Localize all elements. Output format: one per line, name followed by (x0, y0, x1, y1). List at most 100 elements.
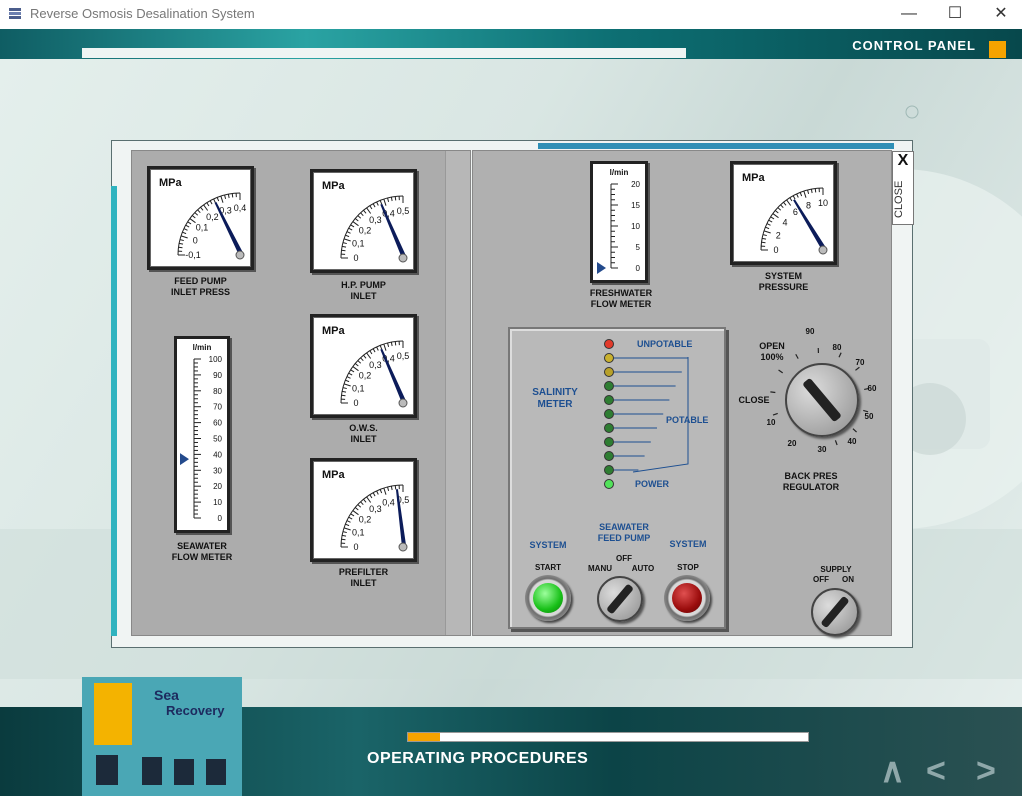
prefilter-label-2: INLET (350, 578, 377, 588)
flowmeter-pointer (597, 262, 606, 274)
flowmeter-pointer (180, 453, 189, 466)
control-panel-title: CONTROL PANEL (852, 38, 976, 53)
gauge-hub (398, 253, 408, 263)
seawater-flow-label-2: FLOW METER (171, 552, 233, 562)
gauge-hub (235, 250, 245, 260)
flowmeter-tick-label: 60 (213, 419, 222, 428)
gauge-tick-label: 0,2 (206, 212, 219, 222)
system-start-title: SYSTEM (529, 540, 567, 550)
regulator-dial-50: 50 (864, 412, 874, 421)
gauge-tick-label: 0 (353, 253, 358, 263)
up-nav-button[interactable]: ∧ (880, 754, 905, 788)
window-close-button[interactable]: ✕ (978, 0, 1022, 29)
salinity-led (604, 479, 614, 489)
gauge-hub (818, 245, 828, 255)
gauge-tick-label: 0 (773, 245, 778, 255)
stop-label: STOP (677, 563, 699, 572)
regulator-dial-tick (770, 391, 776, 394)
gauge-tick-label: 0,1 (352, 383, 365, 393)
gauge-tick-label: 0,3 (369, 360, 382, 370)
regulator-dial-tick (838, 352, 842, 358)
next-nav-button[interactable]: > (976, 754, 996, 788)
gauge-hub (398, 542, 408, 552)
gauge-tick-label: 0,5 (397, 206, 410, 216)
supply-label: SUPPLY (820, 565, 852, 574)
hp-pump-label-2: INLET (350, 291, 377, 301)
panel-accent-top (538, 143, 894, 149)
regulator-open-label: OPEN (759, 341, 785, 351)
regulator-dial-40: 40 (847, 437, 857, 446)
potable-label: POTABLE (666, 415, 709, 425)
feed-pump-gauge: MPa -0,1 0 0,1 0,2 0,3 0,4 (147, 166, 254, 270)
header-strip (82, 48, 686, 58)
close-label[interactable]: CLOSE (893, 177, 913, 221)
regulator-dial-60: 60 (867, 384, 877, 393)
gauge-unit: MPa (159, 177, 183, 189)
flowmeter-tick-label: 0 (636, 264, 641, 273)
prefilter-gauge: MPa 0 0,1 0,2 0,3 0,4 0,5 (310, 458, 417, 562)
feed-pump-title-2: FEED PUMP (597, 533, 651, 543)
feed-pump-label-1: FEED PUMP (174, 276, 227, 286)
maximize-button[interactable]: ☐ (932, 0, 978, 29)
stop-button-lamp (672, 583, 702, 613)
salinity-title-1: SALINITY (532, 387, 578, 398)
salinity-led (604, 339, 614, 349)
gauge-tick-label: 0 (193, 235, 198, 245)
panel-accent-left (111, 186, 117, 636)
regulator-dial-30: 30 (817, 445, 827, 454)
gauge-tick-label: -0,1 (185, 250, 201, 260)
window-title: Reverse Osmosis Desalination System (30, 6, 255, 21)
gauge-tick-label: 0,2 (359, 225, 372, 235)
prev-nav-button[interactable]: < (926, 754, 946, 788)
flowmeter-unit: l/min (193, 343, 212, 352)
gauge-tick-label: 2 (776, 230, 781, 240)
prefilter-label-1: PREFILTER (338, 567, 389, 577)
gauge-tick-label: 0,1 (196, 222, 209, 232)
panel-divider (445, 151, 470, 635)
regulator-dial-tick (778, 369, 784, 374)
back-pressure-regulator-knob[interactable] (785, 363, 859, 437)
flowmeter-tick-label: 20 (213, 482, 222, 491)
gauge-tick-label: 6 (793, 207, 798, 217)
minimize-button[interactable]: — (886, 0, 932, 29)
flowmeter-tick-label: 100 (209, 355, 223, 364)
gauge-tick-label: 0,3 (369, 215, 382, 225)
flowmeter-tick-label: 0 (218, 514, 223, 523)
feed-pump-off-label: OFF (616, 554, 632, 563)
app-icon (8, 7, 22, 21)
gauge-unit: MPa (322, 180, 346, 192)
feed-pump-selector-knob[interactable] (597, 576, 643, 622)
supply-switch-knob[interactable] (811, 588, 859, 636)
system-pressure-label-2: PRESSURE (758, 282, 809, 292)
regulator-label-1: BACK PRES (784, 471, 838, 481)
flowmeter-tick-label: 10 (631, 222, 640, 231)
operating-procedures-title: OPERATING PROCEDURES (367, 750, 589, 767)
freshwater-flow-meter: l/min 20 15 10 5 0 (590, 161, 648, 283)
close-icon[interactable]: X (895, 152, 911, 170)
gauge-unit: MPa (322, 325, 346, 337)
supply-off-label: OFF (813, 575, 829, 584)
system-stop-title: SYSTEM (669, 539, 707, 549)
salinity-led (604, 409, 614, 419)
flowmeter-tick-label: 50 (213, 435, 222, 444)
gauge-unit: MPa (742, 172, 766, 184)
regulator-label-2: REGULATOR (782, 482, 840, 492)
system-pressure-gauge: MPa 0 2 4 6 8 10 (730, 161, 837, 265)
start-button[interactable] (525, 575, 571, 621)
brand-line2: Recovery (166, 703, 225, 718)
control-panel-marker[interactable] (989, 41, 1006, 58)
regulator-dial-90: 90 (805, 327, 815, 336)
salinity-led (604, 395, 614, 405)
gauge-tick-label: 4 (782, 217, 787, 227)
gauge-tick-label: 0,4 (234, 203, 247, 213)
gauge-tick-label: 0,5 (397, 351, 410, 361)
supply-on-label: ON (842, 575, 854, 584)
stop-button[interactable] (664, 575, 710, 621)
gauge-tick-label: 0,1 (352, 527, 365, 537)
control-cabinet-thumbnail[interactable]: Sea Recovery (82, 677, 242, 796)
ows-label-2: INLET (350, 434, 377, 444)
salinity-led (604, 423, 614, 433)
salinity-led (604, 465, 614, 475)
regulator-dial-tick (834, 440, 838, 446)
regulator-dial-70: 70 (855, 358, 865, 367)
